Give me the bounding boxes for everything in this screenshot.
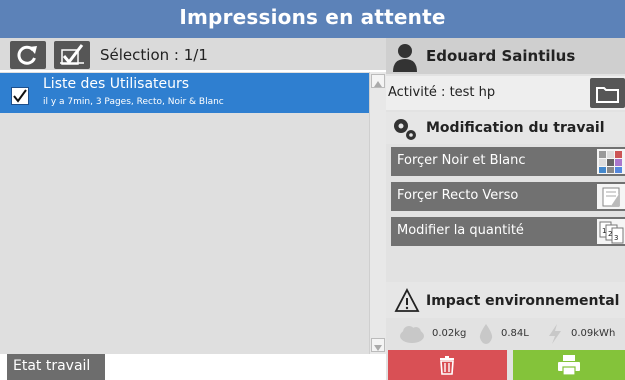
modification-title: Modification du travail (426, 120, 605, 136)
folder-button[interactable] (590, 78, 625, 108)
select-all-button[interactable] (54, 41, 90, 69)
job-details: il y a 7min, 3 Pages, Recto, Noir & Blan… (43, 97, 224, 107)
arrow-down-icon (374, 345, 382, 351)
trash-icon (440, 356, 454, 375)
svg-text:2: 2 (608, 230, 612, 238)
water-drop-icon (479, 324, 493, 344)
environmental-impact-header: Impact environnemental (386, 282, 625, 318)
delete-button[interactable] (388, 350, 507, 380)
color-grid-icon (597, 149, 625, 174)
window-title: Impressions en attente (179, 5, 446, 29)
action-label: Forçer Noir et Blanc (397, 153, 526, 168)
water-value: 0.84L (501, 328, 529, 339)
duplex-page-icon (597, 184, 625, 209)
energy-value: 0.09kWh (571, 328, 616, 339)
activity-label: Activité : test hp (388, 85, 496, 100)
scroll-down-button[interactable] (371, 338, 385, 352)
bottom-left-bar: Etat travail (0, 354, 386, 380)
job-row[interactable]: Liste des Utilisateurs il y a 7min, 3 Pa… (0, 73, 369, 113)
printer-icon (558, 355, 580, 376)
activity-row: Activité : test hp (386, 76, 625, 110)
force-black-white-button[interactable]: Forçer Noir et Blanc (391, 147, 625, 176)
refresh-icon (17, 45, 37, 65)
environmental-impact-values: 0.02kg 0.84L 0.09kWh (386, 322, 625, 346)
co2-cloud-icon (400, 326, 424, 343)
modify-quantity-button[interactable]: Modifier la quantité 1 2 3 (391, 217, 625, 246)
job-list-toolbar: Sélection : 1/1 (0, 38, 386, 70)
job-detail-panel: Edouard Saintilus Activité : test hp Mod… (386, 38, 625, 380)
job-checkbox[interactable] (11, 87, 29, 105)
svg-text:3: 3 (614, 234, 618, 242)
title-bar: Impressions en attente (0, 0, 625, 38)
user-name: Edouard Saintilus (426, 47, 576, 65)
job-list: Liste des Utilisateurs il y a 7min, 3 Pa… (0, 72, 369, 354)
co2-value: 0.02kg (432, 328, 467, 339)
job-state-button[interactable]: Etat travail (7, 354, 105, 380)
print-button[interactable] (513, 350, 625, 380)
copies-icon: 1 2 3 (597, 219, 625, 244)
modification-header: Modification du travail (386, 112, 625, 144)
selection-count: Sélection : 1/1 (100, 46, 208, 64)
select-all-icon (60, 44, 84, 65)
job-actions-bar (386, 350, 625, 380)
folder-icon (596, 87, 619, 103)
arrow-up-icon (374, 81, 382, 87)
action-label: Modifier la quantité (397, 223, 524, 238)
refresh-button[interactable] (10, 41, 46, 69)
checkmark-icon (13, 89, 27, 103)
svg-text:1: 1 (602, 227, 606, 235)
job-title: Liste des Utilisateurs (43, 76, 190, 92)
user-icon (393, 44, 417, 72)
lightning-icon (549, 324, 561, 344)
action-label: Forçer Recto Verso (397, 188, 519, 203)
job-list-scrollbar[interactable] (369, 72, 386, 354)
gears-icon (394, 119, 416, 140)
warning-icon (394, 288, 420, 312)
scroll-up-button[interactable] (371, 74, 385, 88)
force-duplex-button[interactable]: Forçer Recto Verso (391, 182, 625, 211)
environmental-impact-title: Impact environnemental (426, 293, 620, 309)
user-header: Edouard Saintilus (386, 38, 625, 74)
